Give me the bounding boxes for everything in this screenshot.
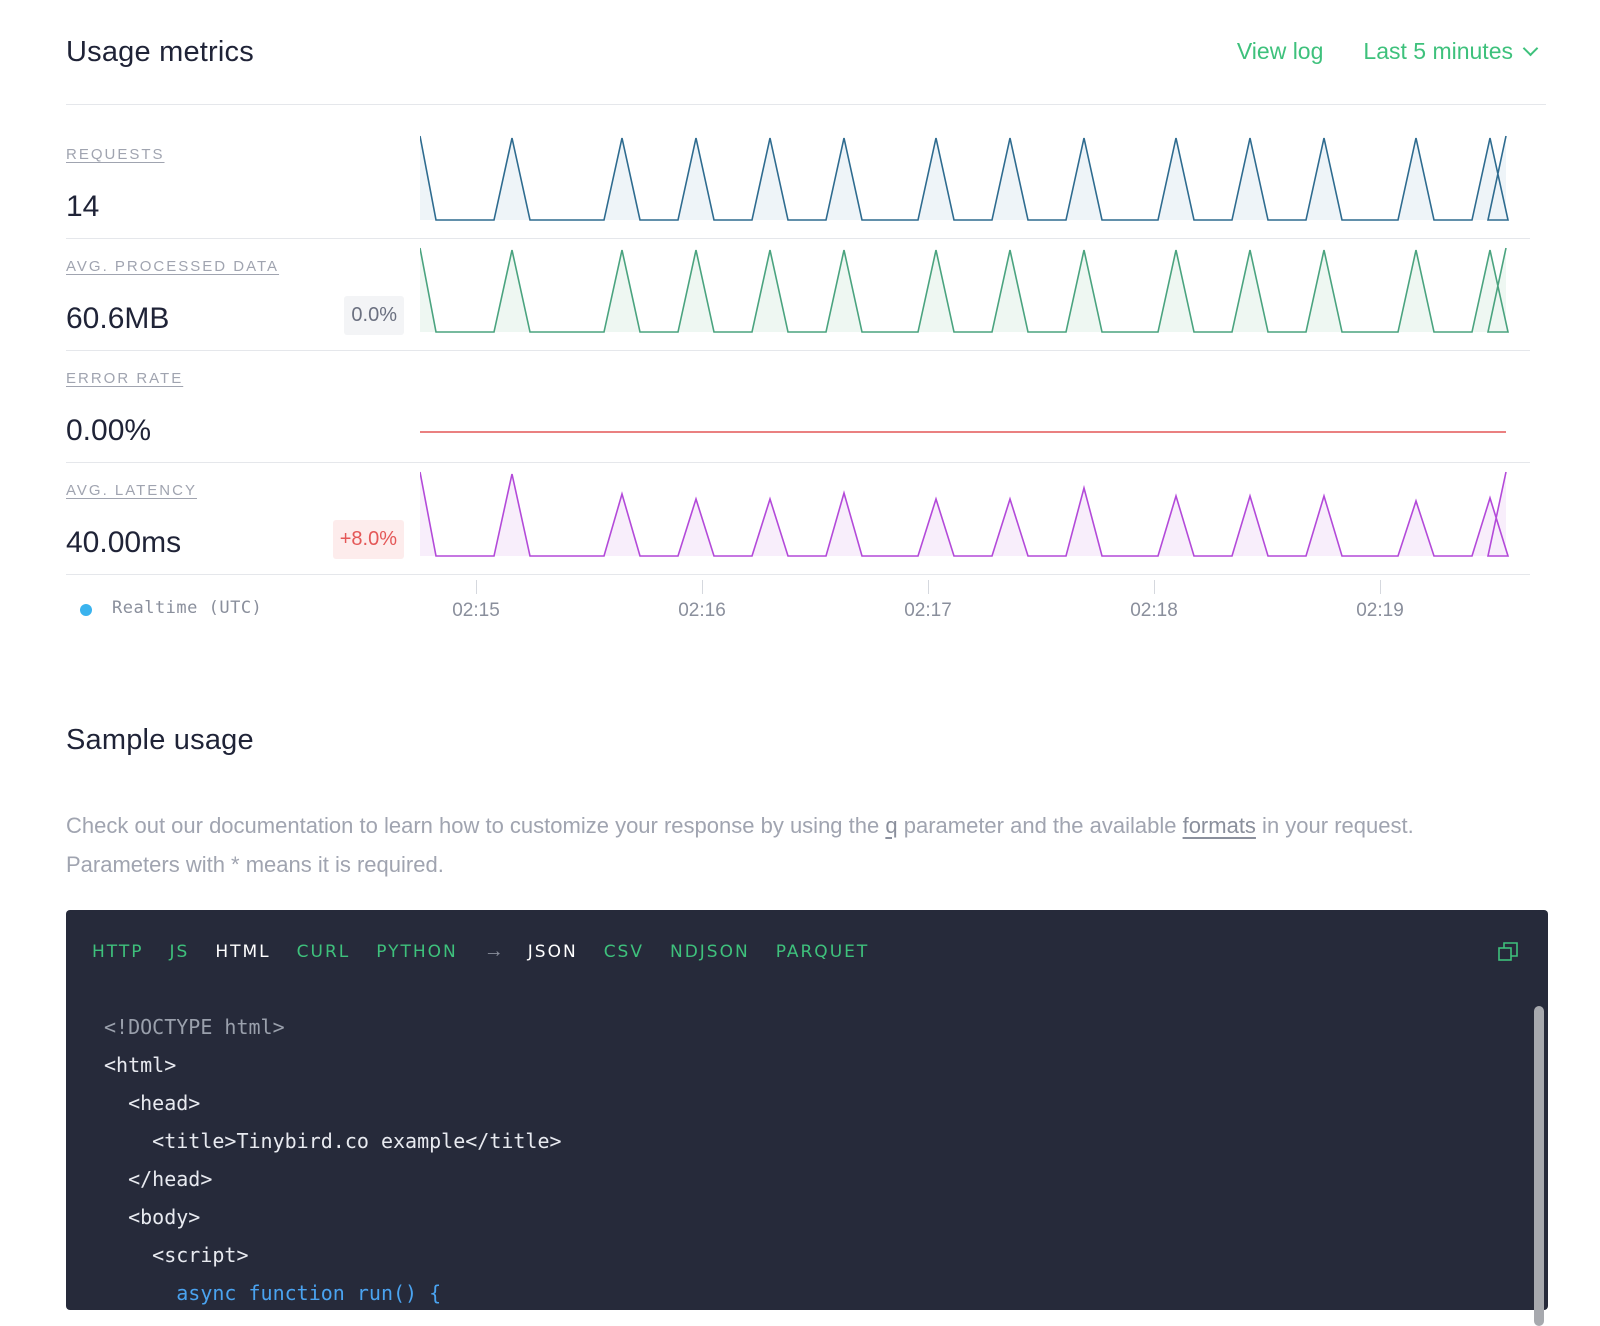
metric-label-requests[interactable]: REQUESTS [66, 146, 165, 163]
header-actions: View log Last 5 minutes [1237, 38, 1539, 65]
code-line: <title>Tinybird.co example</title> [104, 1129, 562, 1153]
sparkline-latency [420, 471, 1510, 557]
axis-tick-label: 02:16 [678, 600, 726, 621]
sample-usage-description: Check out our documentation to learn how… [66, 806, 1546, 884]
description-text: parameter and the available [897, 813, 1183, 838]
code-line: <head> [104, 1091, 201, 1115]
axis-tick-label: 02:18 [1130, 600, 1178, 621]
tab-json[interactable]: JSON [528, 942, 578, 962]
sample-usage-title: Sample usage [66, 724, 254, 756]
sparkline-line [420, 135, 1509, 221]
chevron-down-icon [1522, 40, 1539, 57]
description-text: in your request. [1255, 813, 1414, 838]
copy-icon[interactable] [1498, 942, 1518, 962]
code-content[interactable]: <!DOCTYPE html> <html> <head> <title>Tin… [104, 1008, 562, 1312]
axis-tick [476, 580, 477, 594]
header-divider [66, 104, 1546, 105]
tab-curl[interactable]: CURL [297, 942, 351, 962]
code-line: <body> [104, 1205, 201, 1229]
change-badge-processed-data: 0.0% [344, 296, 404, 335]
axis-tick [1380, 580, 1381, 594]
metric-row-latency: AVG. LATENCY 40.00ms +8.0% [66, 462, 1530, 575]
usage-metrics-title: Usage metrics [66, 36, 254, 68]
metric-label-processed-data[interactable]: AVG. PROCESSED DATA [66, 258, 279, 275]
view-log-link[interactable]: View log [1237, 38, 1324, 65]
sparkline-area [420, 472, 1508, 556]
sparkline-processed-data [420, 247, 1509, 333]
code-line: </head> [104, 1167, 213, 1191]
code-scrollbar[interactable] [1534, 1006, 1544, 1326]
time-range-dropdown[interactable]: Last 5 minutes [1363, 38, 1539, 65]
realtime-dot-icon [80, 604, 92, 616]
metric-value-processed-data: 60.6MB [66, 302, 170, 335]
metric-value-latency: 40.00ms [66, 526, 182, 559]
sparkline-line [420, 471, 1510, 557]
tab-python[interactable]: PYTHON [376, 942, 458, 962]
change-badge-latency: +8.0% [332, 520, 404, 559]
tab-http[interactable]: HTTP [92, 942, 144, 962]
description-required-note: Parameters with * means it is required. [66, 852, 444, 877]
metric-value-requests: 14 [66, 190, 100, 223]
q-parameter-link[interactable]: q [885, 813, 897, 838]
time-axis: Realtime (UTC) 02:15 02:16 02:17 02:18 0… [0, 580, 1600, 630]
tab-js[interactable]: JS [170, 942, 190, 962]
realtime-legend-label: Realtime (UTC) [112, 598, 263, 618]
tab-ndjson[interactable]: NDJSON [670, 942, 750, 962]
formats-link[interactable]: formats [1183, 813, 1256, 838]
metric-value-error-rate: 0.00% [66, 414, 152, 447]
metric-row-requests: REQUESTS 14 [66, 126, 1530, 239]
code-line: <!DOCTYPE html> [104, 1015, 285, 1039]
code-sample-panel: HTTP JS HTML CURL PYTHON → JSON CSV NDJS… [66, 910, 1548, 1326]
sparkline-requests [420, 135, 1509, 221]
sparkline-error-rate [420, 431, 1506, 433]
time-range-label: Last 5 minutes [1363, 38, 1513, 64]
axis-tick [702, 580, 703, 594]
code-line: <html> [104, 1053, 177, 1077]
sparkline-area [420, 136, 1508, 220]
metric-row-error-rate: ERROR RATE 0.00% [66, 350, 1530, 463]
tab-html[interactable]: HTML [215, 942, 270, 962]
metric-label-latency[interactable]: AVG. LATENCY [66, 482, 197, 499]
arrow-right-icon: → [483, 940, 504, 962]
code-tabs: HTTP JS HTML CURL PYTHON → JSON CSV NDJS… [92, 940, 895, 963]
page: Usage metrics View log Last 5 minutes RE… [0, 0, 1600, 1326]
axis-tick [928, 580, 929, 594]
axis-tick [1154, 580, 1155, 594]
metric-label-error-rate[interactable]: ERROR RATE [66, 370, 183, 387]
code-line: <script> [104, 1243, 249, 1267]
description-text: Check out our documentation to learn how… [66, 813, 886, 838]
metric-row-processed-data: AVG. PROCESSED DATA 60.6MB 0.0% [66, 238, 1530, 351]
sparkline-area [420, 248, 1508, 332]
axis-tick-label: 02:17 [904, 600, 952, 621]
axis-tick-label: 02:15 [452, 600, 500, 621]
axis-tick-label: 02:19 [1356, 600, 1404, 621]
code-line: async function run() { [104, 1281, 442, 1305]
tab-csv[interactable]: CSV [604, 942, 644, 962]
tab-parquet[interactable]: PARQUET [776, 942, 870, 962]
sparkline-line [420, 247, 1509, 333]
